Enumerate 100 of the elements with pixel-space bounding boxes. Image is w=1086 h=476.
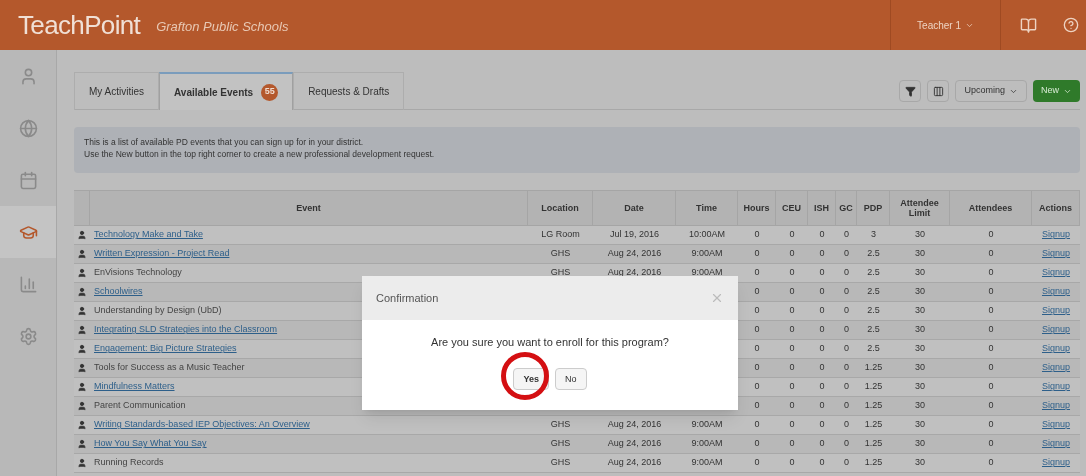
table-cell: 9:00AM <box>691 247 723 261</box>
table-cell: 0 <box>819 342 825 356</box>
table-cell: 2.5 <box>867 266 880 280</box>
column-header[interactable]: Location <box>541 203 579 213</box>
column-header[interactable]: Actions <box>1039 203 1072 213</box>
filter-icon <box>904 85 916 97</box>
signup-link[interactable]: Signup <box>1042 342 1070 356</box>
table-cell: 0 <box>754 380 760 394</box>
table-cell: 0 <box>988 456 994 470</box>
close-button[interactable] <box>710 291 724 305</box>
columns-button[interactable] <box>927 80 950 102</box>
column-header[interactable]: GC <box>839 203 853 213</box>
signup-link[interactable]: Signup <box>1042 304 1070 318</box>
event-link[interactable]: Technology Make and Take <box>94 228 203 242</box>
table-cell: 0 <box>844 456 849 470</box>
table-cell: Aug 24, 2016 <box>607 437 662 451</box>
table-cell: 9:00AM <box>691 266 723 280</box>
view-dropdown[interactable]: Upcoming <box>955 80 1027 102</box>
event-link[interactable]: Schoolwires <box>94 285 143 299</box>
table-cell: 0 <box>754 247 760 261</box>
signup-link[interactable]: Signup <box>1042 380 1070 394</box>
column-header[interactable]: CEU <box>782 203 801 213</box>
event-link[interactable]: Engagement: Big Picture Strategies <box>94 342 237 356</box>
table-cell: 0 <box>789 323 795 337</box>
signup-link[interactable]: Signup <box>1042 285 1070 299</box>
sidebar-item[interactable] <box>0 206 56 258</box>
table-cell: 0 <box>789 285 795 299</box>
signup-link[interactable]: Signup <box>1042 399 1070 413</box>
table-cell: 1.25 <box>864 380 883 394</box>
table-cell: 30 <box>915 399 925 413</box>
column-header[interactable]: ISH <box>814 203 829 213</box>
table-cell: 2.5 <box>867 304 880 318</box>
table-cell: 9:00AM <box>691 456 723 470</box>
table-cell: 30 <box>915 437 925 451</box>
table-cell: 1.25 <box>864 399 883 413</box>
table-cell: 30 <box>915 304 925 318</box>
book-icon <box>1020 16 1037 34</box>
user-menu[interactable]: Teacher 1 <box>890 0 1000 50</box>
table-cell: 0 <box>789 399 795 413</box>
table-cell: 0 <box>754 266 760 280</box>
table-cell: 0 <box>988 399 994 413</box>
table-cell: GHS <box>550 418 571 432</box>
column-header[interactable]: Time <box>696 203 717 213</box>
column-header[interactable]: Attendees <box>968 203 1013 213</box>
tab[interactable]: Available Events 55 <box>159 72 294 110</box>
count-badge: 55 <box>261 83 279 101</box>
table-cell: 1.25 <box>864 456 883 470</box>
table-cell: 0 <box>988 323 994 337</box>
event-name: Tools for Success as a Music Teacher <box>94 361 245 375</box>
column-header[interactable]: Event <box>296 203 321 213</box>
bar-chart-icon <box>18 274 38 294</box>
signup-link[interactable]: Signup <box>1042 456 1070 470</box>
table-cell: 0 <box>988 437 994 451</box>
table-cell: 0 <box>789 456 795 470</box>
info-text: This is a list of available PD events that you can sign up for in your district. <box>84 136 364 148</box>
table-cell: 0 <box>844 304 849 318</box>
globe-icon <box>18 118 38 138</box>
event-link[interactable]: Mindfulness Matters <box>94 380 175 394</box>
table-cell: 0 <box>819 437 825 451</box>
table-cell: 30 <box>915 418 925 432</box>
signup-link[interactable]: Signup <box>1042 418 1070 432</box>
event-link[interactable]: Written Expression - Project Read <box>94 247 230 261</box>
column-header[interactable]: PDP <box>863 203 883 213</box>
signup-link[interactable]: Signup <box>1042 228 1070 242</box>
event-name: Understanding by Design (UbD) <box>94 304 222 318</box>
signup-link[interactable]: Signup <box>1042 437 1070 451</box>
signup-link[interactable]: Signup <box>1042 361 1070 375</box>
tab[interactable]: Requests & Drafts <box>293 72 405 110</box>
table-cell: 0 <box>754 456 760 470</box>
signup-link[interactable]: Signup <box>1042 323 1070 337</box>
table-cell: 0 <box>988 304 994 318</box>
column-header[interactable]: Date <box>624 203 644 213</box>
table-cell: 0 <box>988 361 994 375</box>
table-cell: 0 <box>819 399 825 413</box>
table-cell: 0 <box>988 247 994 261</box>
column-header[interactable]: Hours <box>743 203 770 213</box>
event-link[interactable]: Integrating SLD Strategies into the Classroom <box>94 323 278 337</box>
person-icon <box>77 420 87 430</box>
logo[interactable]: TeachPoint <box>18 5 141 45</box>
filter-button[interactable] <box>899 80 922 102</box>
table-cell: 0 <box>819 456 825 470</box>
event-link[interactable]: Writing Standards-based IEP Objectives: An Overview <box>94 418 310 432</box>
new-button[interactable]: New <box>1033 80 1080 102</box>
person-icon <box>77 439 87 449</box>
table-cell: 0 <box>789 228 795 242</box>
column-header[interactable]: Attendee Limit <box>890 198 949 218</box>
dialog-message: Are you sure you want to enroll for this program? <box>431 335 669 350</box>
table-cell: 30 <box>915 380 925 394</box>
signup-link[interactable]: Signup <box>1042 247 1070 261</box>
signup-link[interactable]: Signup <box>1042 266 1070 280</box>
table-cell: 30 <box>915 266 925 280</box>
table-cell: 0 <box>988 285 994 299</box>
table-cell: 0 <box>819 323 825 337</box>
table-cell: 2.5 <box>867 285 880 299</box>
settings-icon <box>18 326 38 346</box>
person-icon <box>77 458 87 468</box>
table-cell: GHS <box>550 266 571 280</box>
event-link[interactable]: How You Say What You Say <box>94 437 207 451</box>
table-cell: 0 <box>789 342 795 356</box>
dialog-button[interactable]: No <box>555 368 587 391</box>
